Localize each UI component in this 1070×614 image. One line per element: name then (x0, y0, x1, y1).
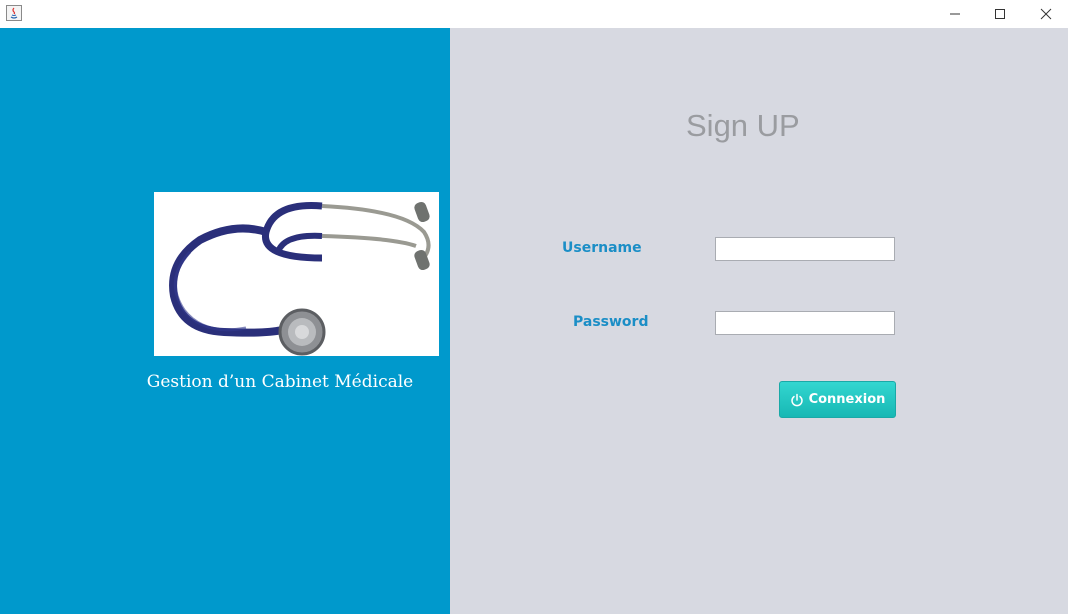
maximize-button[interactable] (977, 0, 1023, 28)
brand-panel: Gestion d’un Cabinet Médicale (0, 28, 450, 614)
power-icon (790, 393, 804, 407)
minimize-button[interactable] (932, 0, 978, 28)
title-bar (0, 0, 1070, 28)
app-window: Gestion d’un Cabinet Médicale Sign UP Us… (0, 0, 1070, 614)
stethoscope-icon (169, 201, 431, 356)
username-label: Username (562, 240, 642, 256)
close-button[interactable] (1023, 0, 1069, 28)
connexion-label: Connexion (808, 392, 886, 407)
password-label: Password (573, 314, 649, 330)
connexion-button[interactable]: Connexion (779, 381, 896, 418)
minimize-icon (950, 13, 960, 15)
java-app-icon (6, 5, 22, 21)
password-field[interactable] (715, 311, 895, 335)
close-icon (1040, 8, 1052, 20)
maximize-icon (995, 9, 1005, 19)
stethoscope-image (154, 192, 439, 356)
page-title: Sign UP (686, 108, 800, 143)
username-field[interactable] (715, 237, 895, 261)
app-tagline: Gestion d’un Cabinet Médicale (146, 372, 414, 392)
